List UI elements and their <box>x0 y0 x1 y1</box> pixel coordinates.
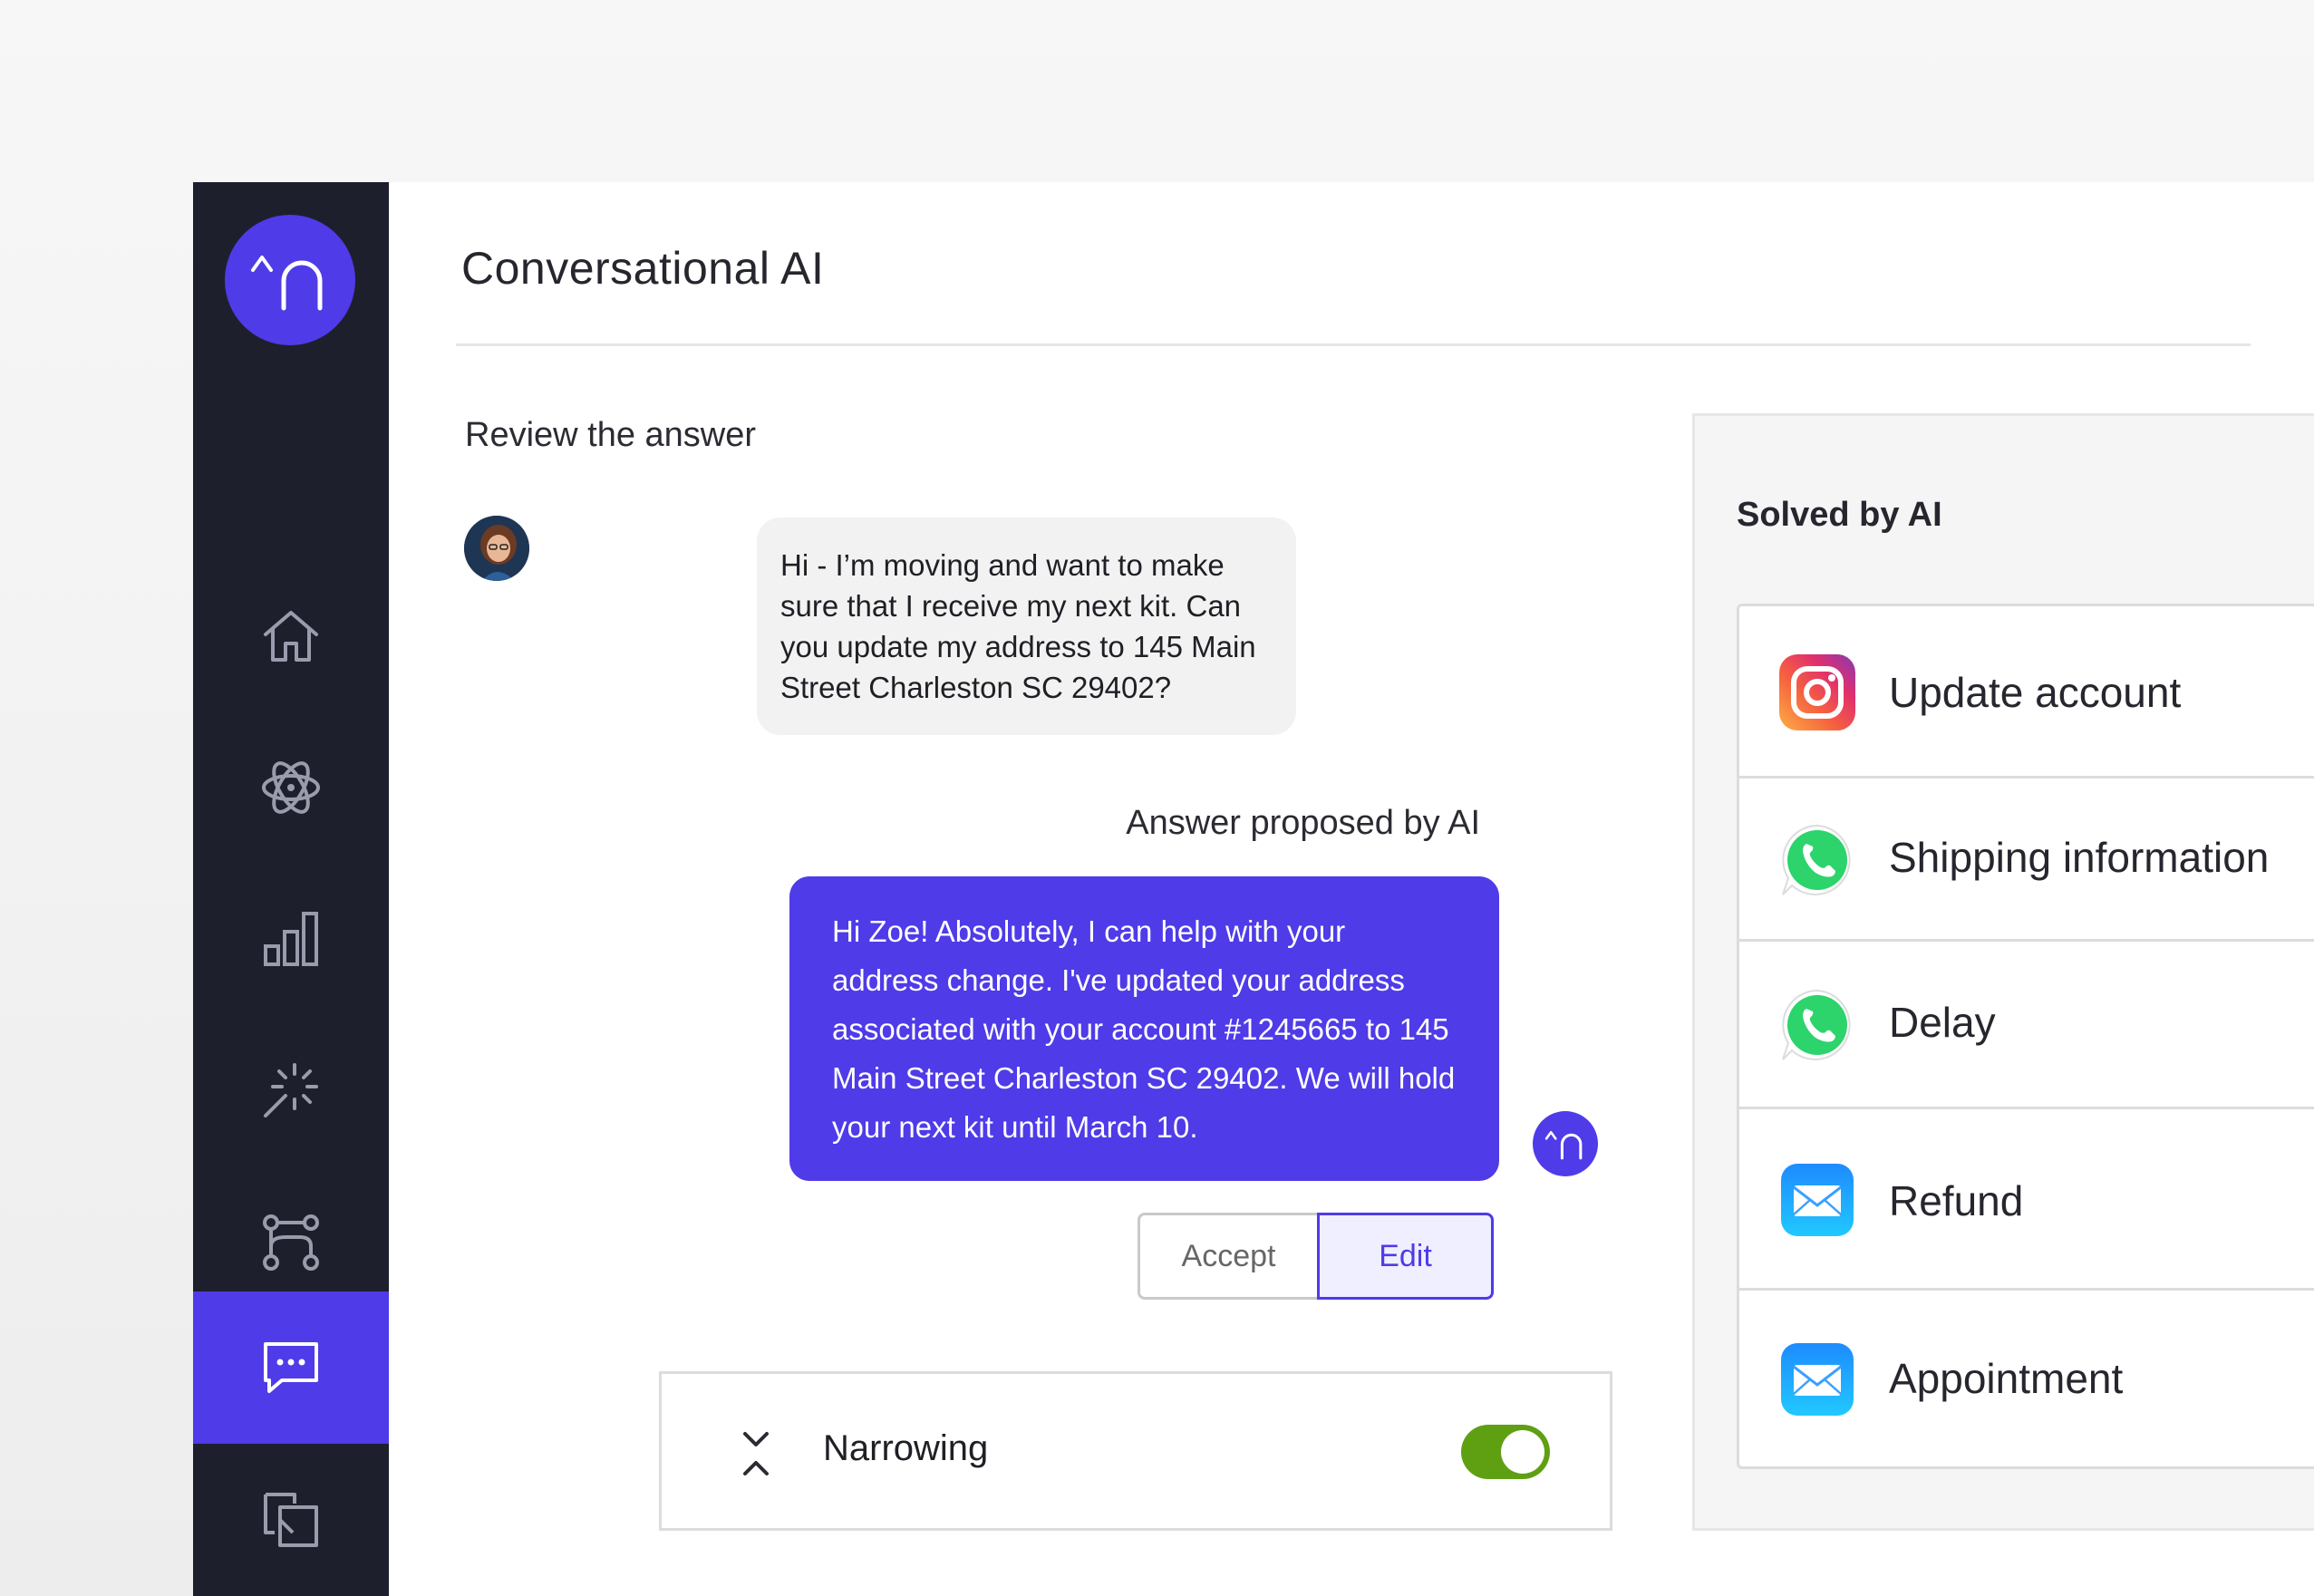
solved-item-refund[interactable]: Refund <box>1739 1109 2314 1291</box>
mail-icon <box>1781 1164 1854 1236</box>
solved-item-delay[interactable]: Delay <box>1739 942 2314 1109</box>
solved-item-update-account[interactable]: Update account <box>1739 606 2314 779</box>
main-content: Conversational AI Review the answer Hi -… <box>389 182 2314 1596</box>
collapse-arrows-icon <box>743 1432 769 1475</box>
narrowing-label: Narrowing <box>823 1428 989 1468</box>
proposed-answer-label: Answer proposed by AI <box>1126 804 1480 842</box>
copy-icon <box>264 1493 318 1547</box>
customer-message: Hi - I’m moving and want to make sure th… <box>757 517 1296 735</box>
sparkle-icon <box>264 1063 318 1117</box>
bar-chart-icon <box>264 912 318 966</box>
edit-button[interactable]: Edit <box>1317 1213 1494 1300</box>
home-icon <box>264 611 318 662</box>
brand-logo[interactable] <box>225 215 355 345</box>
solved-item-shipping-information[interactable]: Shipping information <box>1739 779 2314 942</box>
sidebar-item-documents[interactable] <box>193 1444 389 1596</box>
solved-item-label: Shipping information <box>1889 834 2270 881</box>
header-divider <box>456 343 2251 346</box>
solved-list: Update account Shipping information Dela… <box>1737 604 2314 1469</box>
app-window: Conversational AI Review the answer Hi -… <box>193 182 2314 1596</box>
narrowing-row: Narrowing <box>659 1371 1612 1531</box>
sidebar <box>193 182 389 1596</box>
sidebar-item-analytics[interactable] <box>193 863 389 1015</box>
atom-icon <box>262 761 320 814</box>
toggle-knob <box>1501 1430 1544 1474</box>
customer-avatar <box>464 516 529 581</box>
instagram-icon <box>1779 654 1855 730</box>
solved-item-label: Appointment <box>1889 1355 2124 1402</box>
sidebar-item-conversations[interactable] <box>193 1291 389 1444</box>
solved-item-label: Update account <box>1889 669 2182 716</box>
chat-icon <box>264 1342 318 1393</box>
solved-item-label: Delay <box>1889 999 1996 1046</box>
flow-icon <box>263 1214 319 1271</box>
sidebar-item-atom[interactable] <box>193 711 389 864</box>
solved-item-label: Refund <box>1889 1177 2024 1224</box>
logo-mark-icon <box>251 256 323 311</box>
sidebar-item-home[interactable] <box>193 560 389 712</box>
solved-by-ai-panel: Solved by AI Update account Shipping inf… <box>1692 413 2314 1531</box>
ai-answer-message: Hi Zoe! Absolutely, I can help with your… <box>789 876 1499 1181</box>
whatsapp-icon <box>1782 989 1851 1060</box>
mail-icon <box>1781 1343 1854 1416</box>
page-title: Conversational AI <box>461 243 825 294</box>
sidebar-item-automation[interactable] <box>193 1014 389 1166</box>
customer-photo-icon <box>464 516 529 581</box>
review-label: Review the answer <box>465 416 757 454</box>
narrowing-toggle[interactable] <box>1461 1425 1550 1479</box>
solved-item-appointment[interactable]: Appointment <box>1739 1291 2314 1466</box>
solved-title: Solved by AI <box>1737 496 1942 534</box>
answer-actions: Accept Edit <box>1138 1213 1494 1300</box>
accept-button[interactable]: Accept <box>1138 1213 1317 1300</box>
whatsapp-icon <box>1782 824 1851 895</box>
logo-mark-icon <box>1544 1130 1583 1160</box>
ai-avatar <box>1533 1111 1598 1176</box>
